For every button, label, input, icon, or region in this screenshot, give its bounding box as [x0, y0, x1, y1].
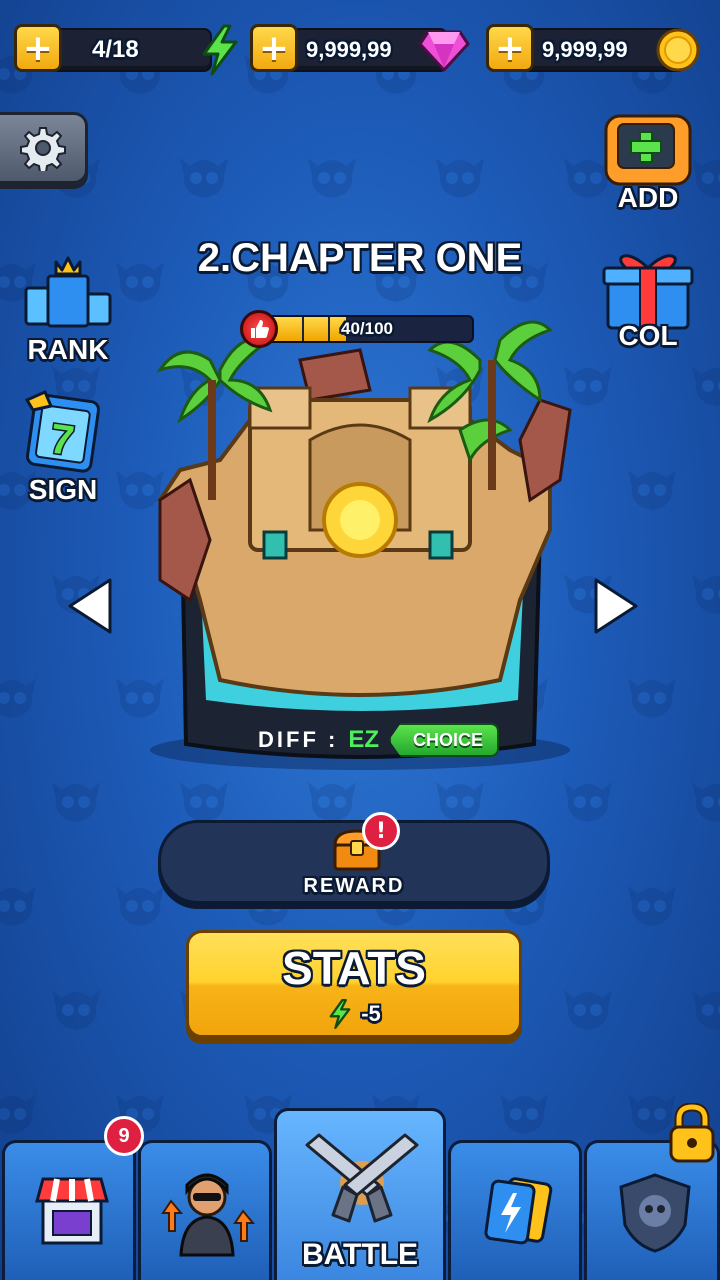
skull-pattern-icon: [556, 768, 620, 832]
energy-value: 4/18: [92, 36, 139, 63]
tab-guild-locked[interactable]: [584, 1103, 720, 1280]
skull-pattern-icon: [620, 872, 684, 936]
reward-button[interactable]: REWARD: [158, 820, 550, 904]
skull-pattern-icon: [684, 976, 720, 1040]
skull-pattern-icon: [44, 768, 108, 832]
chapter-progress-bar: 40/100: [240, 310, 476, 348]
calendar-icon: 7: [24, 390, 101, 473]
gem-icon: [418, 30, 470, 72]
coins-value: 9,999,99: [542, 37, 628, 62]
skull-pattern-icon: [44, 976, 108, 1040]
sign-label: SIGN: [28, 474, 98, 505]
skill-cards-icon: [484, 1177, 553, 1245]
tab-hero[interactable]: [138, 1140, 272, 1280]
reward-alert-badge: !: [362, 812, 400, 850]
gems-counter[interactable]: + 9,999,99: [250, 24, 472, 76]
progress-text: 40/100: [341, 319, 393, 338]
soldier-upgrade-icon: [161, 1173, 256, 1257]
stats-cost: -5: [189, 999, 519, 1029]
settings-button[interactable]: [0, 112, 88, 184]
energy-counter[interactable]: + 4/18: [14, 24, 238, 76]
tab-battle[interactable]: BATTLE: [274, 1108, 446, 1280]
skull-pattern-icon: [0, 664, 44, 728]
lock-icon: [669, 1103, 715, 1163]
skull-pattern-icon: [428, 144, 492, 208]
skull-pattern-icon: [684, 352, 720, 416]
skull-pattern-icon: [300, 144, 364, 208]
shop-notification-badge: 9: [104, 1116, 144, 1156]
shop-icon: [35, 1177, 109, 1245]
difficulty-label: DIFF :: [258, 727, 339, 752]
crossed-pistols-icon: [305, 1133, 419, 1223]
skull-pattern-icon: [684, 768, 720, 832]
lightning-icon: [202, 24, 238, 76]
chapter-island-image[interactable]: [120, 300, 600, 770]
stats-cost-value: -5: [361, 1001, 381, 1026]
skull-pattern-icon: [0, 872, 44, 936]
tab-cards[interactable]: [448, 1140, 582, 1280]
tv-ad-icon: [604, 114, 692, 186]
rank-label: RANK: [27, 334, 109, 365]
skull-shield-icon: [619, 1173, 691, 1253]
skull-pattern-icon: [620, 456, 684, 520]
skull-pattern-icon: [684, 560, 720, 624]
thumbs-up-icon: [240, 310, 278, 348]
coins-counter[interactable]: + 9,999,99: [486, 24, 708, 76]
plus-icon[interactable]: +: [14, 24, 62, 72]
stats-button[interactable]: STATS -5: [186, 930, 522, 1038]
choice-label: CHOICE: [413, 729, 484, 750]
skull-pattern-icon: [556, 976, 620, 1040]
choice-button[interactable]: CHOICE: [389, 723, 500, 757]
plus-icon[interactable]: +: [250, 24, 298, 72]
battle-label: BATTLE: [301, 1238, 419, 1271]
difficulty-row: DIFF : EZ CHOICE: [258, 722, 500, 758]
gear-icon: [19, 127, 66, 171]
reward-label: REWARD: [303, 875, 405, 897]
next-chapter-arrow-icon[interactable]: [592, 576, 640, 636]
skull-pattern-icon: [172, 144, 236, 208]
plus-icon[interactable]: +: [486, 24, 534, 72]
lightning-icon: [329, 999, 351, 1029]
tab-shop[interactable]: [2, 1140, 136, 1280]
previous-chapter-arrow-icon[interactable]: [66, 576, 114, 636]
coin-icon: [656, 28, 700, 72]
add-button[interactable]: ADD: [598, 110, 698, 214]
stats-label: STATS: [282, 942, 426, 994]
sign-button[interactable]: 7 SIGN: [18, 388, 108, 506]
difficulty-value: EZ: [348, 726, 379, 753]
gems-value: 9,999,99: [306, 37, 392, 62]
skull-pattern-icon: [620, 664, 684, 728]
chapter-title: 2.CHAPTER ONE: [197, 236, 523, 280]
